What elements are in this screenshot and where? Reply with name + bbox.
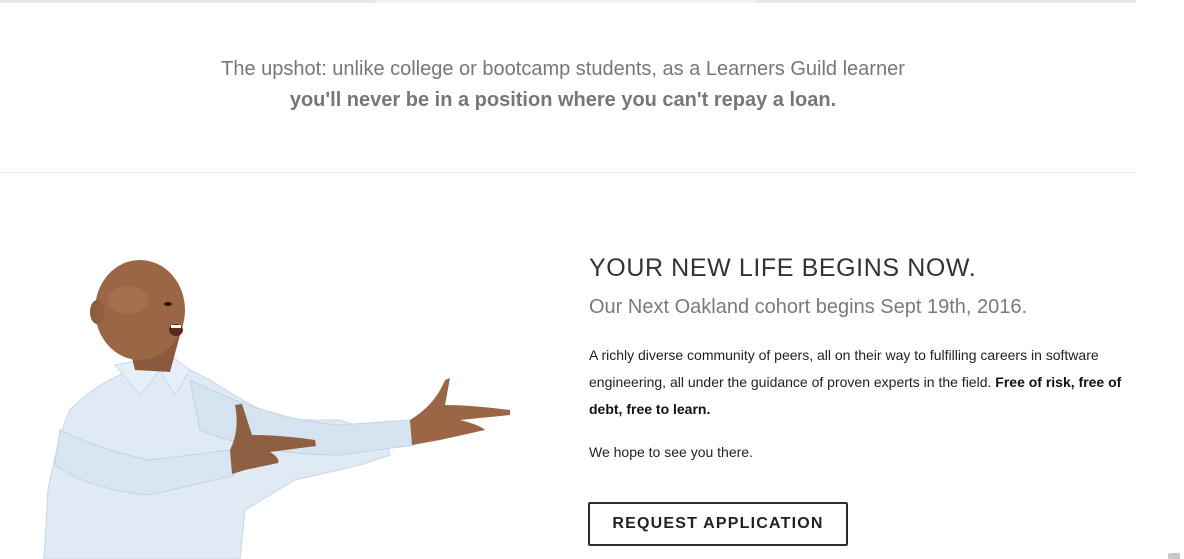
- excited-man-presenting-photo: [43, 260, 510, 559]
- request-application-button[interactable]: REQUEST APPLICATION: [588, 502, 848, 546]
- upshot-line-1: The upshot: unlike college or bootcamp s…: [221, 58, 905, 80]
- upshot-statement: The upshot: unlike college or bootcamp s…: [0, 54, 1126, 116]
- cohort-section: YOUR NEW LIFE BEGINS NOW. Our Next Oakla…: [589, 250, 1134, 461]
- cohort-date-subheading: Our Next Oakland cohort begins Sept 19th…: [589, 296, 1028, 318]
- closing-line: We hope to see you there.: [589, 444, 753, 460]
- page-scrollbar[interactable]: [1136, 0, 1184, 559]
- section-divider: [0, 172, 1136, 173]
- section-heading: YOUR NEW LIFE BEGINS NOW.: [589, 254, 977, 282]
- section-description: A richly diverse community of peers, all…: [589, 342, 1134, 423]
- scrollbar-thumb[interactable]: [1168, 553, 1180, 559]
- top-border-highlight: [375, 0, 755, 3]
- upshot-line-2: you'll never be in a position where you …: [289, 89, 837, 111]
